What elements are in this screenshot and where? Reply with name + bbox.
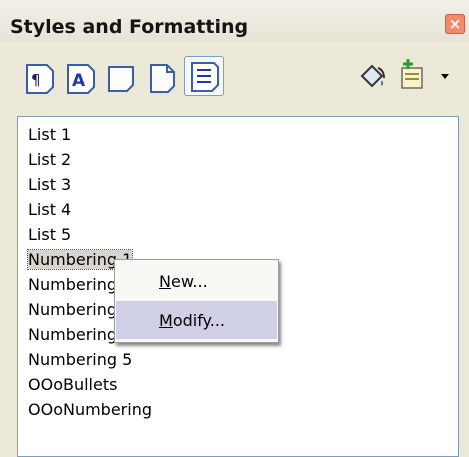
paragraph-styles-button[interactable]: ¶ bbox=[22, 60, 58, 96]
new-style-from-selection-button[interactable] bbox=[394, 56, 430, 92]
menu-item-modify[interactable]: Modify... bbox=[116, 301, 277, 339]
list-item[interactable]: List 2 bbox=[28, 148, 71, 172]
style-family-toolbar: ¶ A bbox=[0, 42, 469, 114]
list-item[interactable]: List 3 bbox=[28, 173, 71, 197]
menu-item-new[interactable]: New... bbox=[116, 262, 277, 300]
styles-and-formatting-panel: Styles and Formatting × ¶ A List 1 List … bbox=[0, 0, 469, 457]
list-styles-button[interactable] bbox=[184, 56, 224, 96]
dropdown-arrow-icon bbox=[441, 74, 449, 79]
close-button[interactable]: × bbox=[445, 14, 465, 34]
close-icon: × bbox=[448, 15, 462, 33]
list-item[interactable]: List 4 bbox=[28, 198, 71, 222]
character-styles-button[interactable]: A bbox=[63, 60, 99, 96]
title-bar: Styles and Formatting × bbox=[0, 0, 469, 42]
context-menu: New... Modify... bbox=[114, 259, 279, 343]
panel-title: Styles and Formatting bbox=[10, 16, 249, 38]
svg-text:A: A bbox=[72, 71, 86, 91]
list-item[interactable]: OOoBullets bbox=[28, 373, 117, 397]
list-item[interactable]: Numbering 5 bbox=[28, 348, 132, 372]
frame-styles-button[interactable] bbox=[104, 60, 140, 96]
frame-styles-icon bbox=[108, 66, 134, 92]
svg-text:¶: ¶ bbox=[31, 71, 41, 89]
list-item[interactable]: List 5 bbox=[28, 223, 71, 247]
character-styles-icon: A bbox=[67, 64, 95, 94]
page-styles-icon bbox=[150, 64, 175, 93]
list-styles-icon bbox=[191, 62, 219, 92]
page-styles-button[interactable] bbox=[145, 60, 181, 96]
fill-format-mode-button[interactable] bbox=[354, 58, 390, 94]
paragraph-styles-icon: ¶ bbox=[26, 64, 54, 94]
list-item[interactable]: List 1 bbox=[28, 123, 71, 147]
new-style-from-selection-icon bbox=[401, 59, 423, 89]
list-item[interactable]: OOoNumbering bbox=[28, 398, 152, 422]
fill-format-mode-icon bbox=[360, 64, 385, 88]
more-options-button[interactable] bbox=[438, 68, 454, 84]
